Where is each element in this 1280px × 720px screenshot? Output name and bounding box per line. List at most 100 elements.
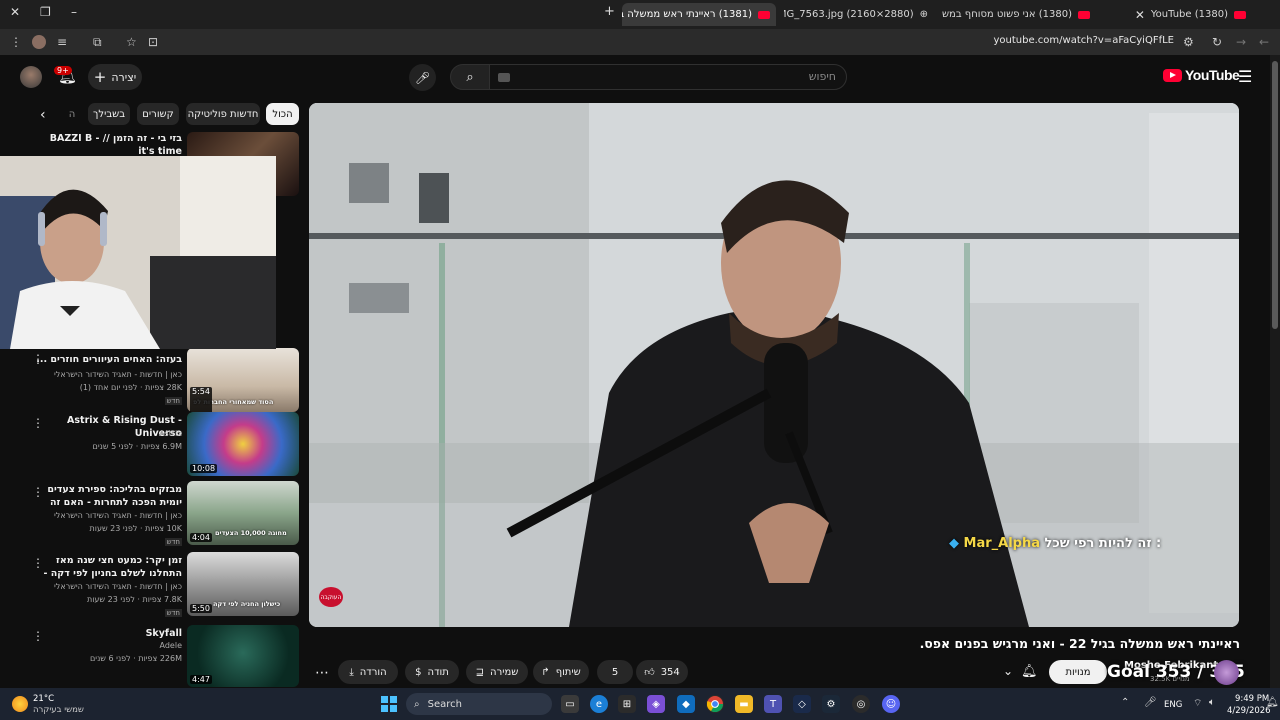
site-settings-icon[interactable]: ⚙ [1183, 35, 1194, 49]
clock-time[interactable]: 9:49 PM [1235, 694, 1269, 704]
notifications-badge: 9+ [54, 66, 72, 75]
taskbar-search-label: Search [427, 698, 462, 710]
tab-video-2[interactable]: (1380) אני פשוט מסוחף במשחק ✕ [942, 3, 1096, 26]
file-explorer-icon[interactable]: ▬ [735, 695, 753, 713]
close-tab-icon[interactable]: ✕ [1135, 8, 1145, 22]
page-scrollbar[interactable] [1270, 55, 1280, 688]
video-stats: 7.8K צפיות · לפני 23 שעות [86, 595, 182, 604]
search-button[interactable]: ⌕ [450, 64, 490, 90]
playlist-icon[interactable]: ≡ [57, 35, 67, 49]
comments-count-button[interactable]: 5 [597, 660, 633, 684]
close-window-icon[interactable]: ✕ [10, 5, 20, 19]
video-title[interactable]: Skyfall [32, 627, 182, 640]
browser-tab-strip: ✕ ❐ – + (1381) ראיינתי ראש ממשלה בג... ✕… [0, 0, 1280, 29]
bookmark-icon: ⊑ [475, 666, 485, 678]
wifi-icon[interactable]: ⌔ [1193, 697, 1202, 710]
weather-sun-icon[interactable] [12, 696, 28, 712]
keyboard-icon[interactable] [498, 73, 510, 82]
save-button[interactable]: שמירה ⊑ [466, 660, 528, 684]
thanks-label: תודה [427, 666, 449, 678]
system-tray-chevron-icon[interactable]: ⌃ [1121, 697, 1129, 708]
search-input[interactable]: חיפוש [489, 64, 847, 90]
channel-name[interactable]: כאן | חדשות - תאגיד השידור הישראלי [54, 370, 182, 379]
chip-related[interactable]: קשורים [137, 103, 179, 125]
subscribed-button[interactable]: מנויות [1049, 660, 1107, 684]
new-tab-button[interactable]: + [604, 4, 615, 19]
channel-avatar[interactable] [1214, 660, 1239, 685]
more-actions-icon[interactable]: ⋯ [315, 665, 329, 681]
chip-all[interactable]: הכול [266, 103, 299, 125]
m365-icon[interactable]: ◆ [677, 695, 695, 713]
microphone-icon[interactable]: 🎤︎ [1144, 697, 1157, 708]
tab-title: IMG_7563.jpg (2160×2880) [784, 9, 914, 20]
obs-icon[interactable]: ◎ [852, 695, 870, 713]
tab-current-video[interactable]: (1381) ראיינתי ראש ממשלה בג... ✕ [622, 3, 776, 26]
video-title[interactable]: מבזקים בהליכה: ספירת צעדים יומית הפכה לת… [32, 483, 182, 509]
address-url[interactable]: youtube.com/watch?v=aFaCyiQFfLE [993, 35, 1174, 46]
chip-partial[interactable]: ה [61, 103, 83, 125]
scrollbar-thumb[interactable] [1272, 61, 1278, 329]
thumbnail-text: כישלון החניה לפי דקה [213, 600, 281, 608]
channel-name[interactable]: כאן | חדשות - תאגיד השידור הישראלי [54, 582, 182, 591]
bookmark-star-icon[interactable]: ☆ [126, 35, 137, 49]
download-button[interactable]: הורדה ⤓ [338, 660, 398, 684]
extensions-icon[interactable]: ⧉ [93, 35, 102, 50]
video-title[interactable]: זמן יקר: כמעט חצי שנה מאז התחלנו לשלם בח… [32, 554, 183, 580]
account-avatar[interactable] [20, 66, 42, 88]
channel-name[interactable]: כאן | חדשות - תאגיד השידור הישראלי [54, 511, 182, 520]
hamburger-menu-icon[interactable]: ☰ [1238, 67, 1252, 86]
clock-date[interactable]: 4/29/2026 [1227, 706, 1271, 716]
task-view-icon[interactable]: ▭ [561, 695, 579, 713]
taskbar-search-box[interactable]: ⌕ Search [406, 693, 552, 715]
minimize-window-icon[interactable]: – [71, 5, 77, 19]
forward-arrow-icon[interactable]: → [1236, 35, 1246, 49]
youtube-favicon-icon [1234, 10, 1246, 19]
voice-search-mic-icon[interactable]: 🎤︎ [409, 64, 436, 91]
chevron-down-icon[interactable]: ⌄ [1003, 664, 1013, 678]
stream-chat-overlay: : זה להיות רפי שכל Mar_Alpha ◆ [949, 536, 1161, 551]
video-title[interactable]: בזי בי - זה הזמן // BAZZI B - it's time [32, 132, 182, 158]
create-button[interactable]: יצירה + [88, 64, 142, 90]
weather-temperature[interactable]: 21°C [33, 694, 54, 704]
kebab-menu-icon[interactable]: ⋮ [10, 35, 22, 49]
youtube-logo[interactable]: YouTube [1163, 67, 1240, 83]
recommended-video[interactable]: כישלון החניה לפי דקה 5:50 ⋮ זמן יקר: כמע… [0, 552, 300, 617]
chips-scroll-left-icon[interactable]: ‹ [40, 107, 46, 123]
reload-icon[interactable]: ↻ [1212, 35, 1222, 49]
recommended-video[interactable]: הסוד שמאחורי החברות לפ 5:54 ⋮ בעזה: האחי… [0, 348, 300, 424]
steam-icon[interactable]: ⚙ [822, 695, 840, 713]
channel-name[interactable]: Adele [160, 641, 182, 650]
restore-window-icon[interactable]: ❐ [40, 5, 51, 19]
like-button[interactable]: 354 👍︎ [636, 660, 688, 684]
video-stats: 28K צפיות · לפני יום אחד (1) [79, 383, 182, 392]
weather-description[interactable]: שמשי בעיקרה [33, 705, 84, 715]
windows-start-icon[interactable] [380, 695, 398, 713]
volume-icon[interactable]: 🔈︎ [1209, 697, 1215, 708]
share-button[interactable]: שיתוף ↱ [533, 660, 589, 684]
chip-for-you[interactable]: בשבילך [88, 103, 130, 125]
recommended-video[interactable]: 4:47 ⋮ Skyfall Adele 226M צפיות · לפני 6… [0, 625, 300, 687]
discord-icon[interactable]: ☺ [882, 695, 900, 713]
microsoft-store-icon[interactable]: ⊞ [618, 695, 636, 713]
thanks-button[interactable]: תודה $ [405, 660, 459, 684]
recommended-video[interactable]: 10:08 ⋮ Astrix & Rising Dust - Universo … [0, 412, 300, 476]
chip-political-news[interactable]: חדשות פוליטיקה [186, 103, 260, 125]
vpn-app-icon[interactable]: ◇ [793, 695, 811, 713]
input-language[interactable]: ENG [1164, 700, 1182, 710]
profile-avatar-icon[interactable] [32, 35, 46, 49]
back-arrow-icon[interactable]: ← [1259, 35, 1269, 49]
video-duration: 4:04 [190, 533, 212, 542]
edge-browser-icon[interactable]: e [590, 695, 608, 713]
install-app-icon[interactable]: ⊡ [148, 35, 158, 49]
subscription-bell-icon[interactable]: 🔔︎ [1021, 664, 1038, 679]
tab-youtube-home[interactable]: (1380) YouTube ✕ [1100, 3, 1252, 26]
recommended-video[interactable]: מחוגה 10,000 הצעדים 4:04 ⋮ מבזקים בהליכה… [0, 481, 300, 546]
tab-image[interactable]: ⊕ IMG_7563.jpg (2160×2880) ✕ [784, 3, 934, 26]
chrome-icon[interactable] [706, 695, 724, 713]
video-title[interactable]: בעזה: האחים העיוורים חוזרים ... [32, 353, 182, 366]
copilot-icon[interactable]: ◈ [647, 695, 665, 713]
channel-name[interactable]: Astrix [159, 429, 182, 438]
globe-icon: ⊕ [919, 9, 928, 20]
teams-icon[interactable]: T [764, 695, 782, 713]
video-duration: 5:50 [190, 604, 212, 613]
